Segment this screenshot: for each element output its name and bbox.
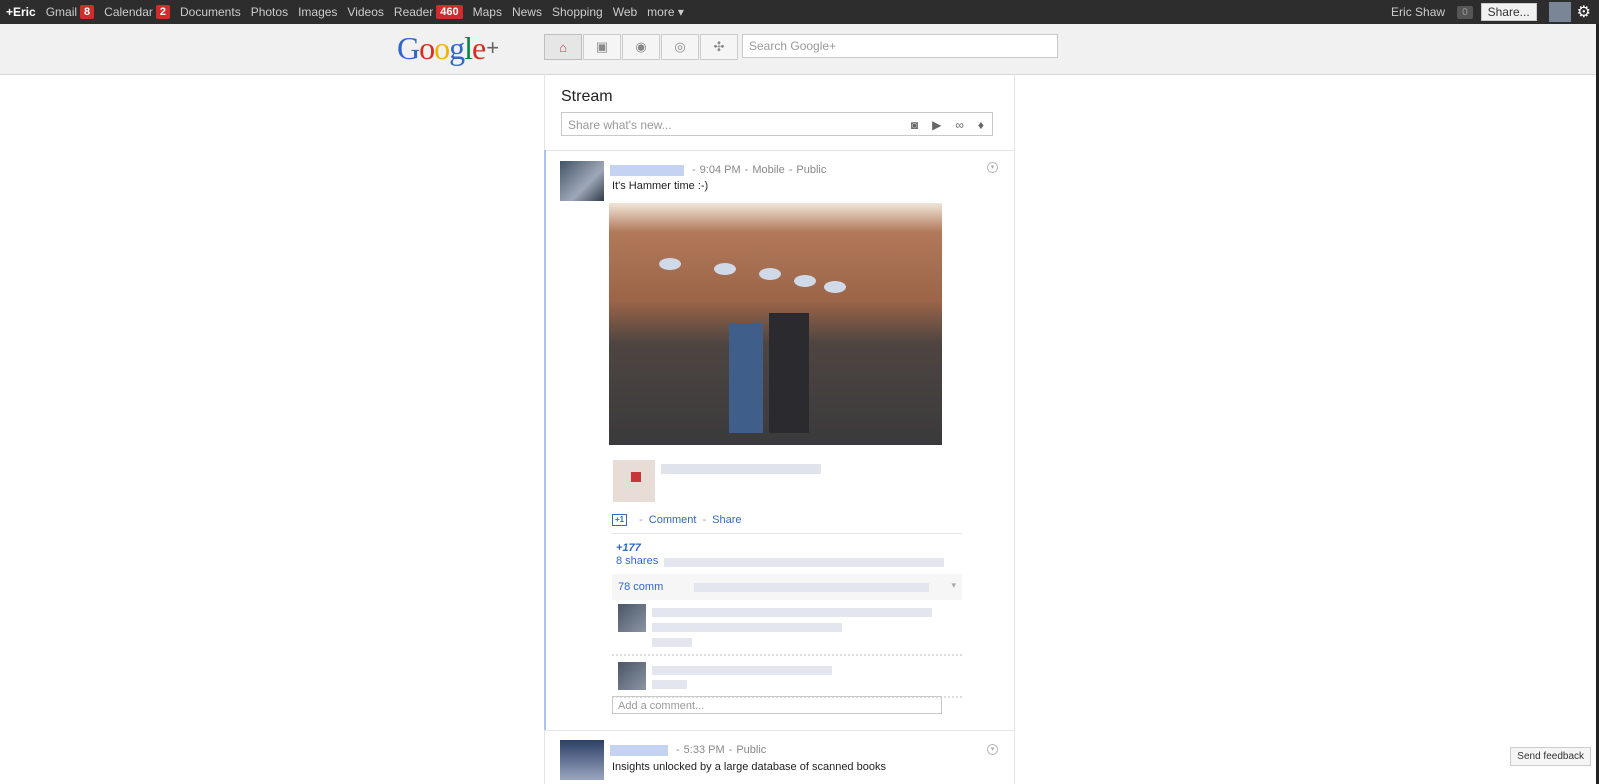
send-feedback-button[interactable]: Send feedback — [1510, 747, 1591, 766]
header: Google+ ⌂ ▣ ◉ ◎ ✣ Search Google+ — [0, 24, 1599, 75]
share-tools: ◙ ▶ ∞ ♦ — [897, 113, 984, 137]
comment-text — [652, 623, 842, 632]
stream-column: Stream Share what's new... ◙ ▶ ∞ ♦ -9:04… — [544, 74, 1015, 784]
post-photo[interactable] — [609, 203, 942, 445]
selection-indicator — [544, 150, 546, 730]
post-text: It's Hammer time :-) — [612, 180, 709, 192]
chevron-down-icon[interactable]: ▾ — [951, 580, 956, 591]
circles-icon[interactable]: ◎ — [661, 34, 699, 60]
sharers-list — [664, 558, 944, 567]
gear-icon[interactable]: ⚙ — [1577, 2, 1591, 22]
calendar-badge: 2 — [155, 5, 170, 19]
nav-reader[interactable]: Reader 460 — [394, 5, 463, 19]
nav-videos[interactable]: Videos — [347, 5, 383, 19]
post-source: Mobile — [752, 164, 785, 176]
user-name[interactable]: Eric Shaw — [1391, 5, 1445, 19]
nav-more[interactable]: more ▾ — [647, 5, 684, 19]
comments-count[interactable]: 78 comm — [618, 581, 663, 593]
share-button[interactable]: Share... — [1480, 3, 1537, 21]
author-avatar[interactable] — [560, 161, 604, 201]
post-visibility[interactable]: Public — [796, 164, 826, 176]
add-comment-input[interactable]: Add a comment... — [612, 696, 942, 714]
comments-bar[interactable]: 78 comm ▾ — [612, 574, 962, 600]
games-icon[interactable]: ✣ — [700, 34, 738, 60]
nav-plus-eric[interactable]: +Eric — [6, 5, 36, 19]
divider — [545, 150, 1014, 151]
comment-text — [652, 666, 832, 675]
shares-count[interactable]: 8 shares — [616, 555, 658, 567]
nav-gmail[interactable]: Gmail 8 — [46, 5, 95, 19]
post-text: Insights unlocked by a large database of… — [612, 761, 886, 773]
post-visibility[interactable]: Public — [736, 744, 766, 756]
commenter-avatar[interactable] — [618, 662, 646, 690]
google-plus-logo[interactable]: Google+ — [397, 30, 499, 67]
search-input[interactable]: Search Google+ — [742, 34, 1058, 58]
nav-news[interactable]: News — [512, 5, 542, 19]
home-icon[interactable]: ⌂ — [544, 34, 582, 60]
post-meta: -9:04 PM - Mobile - Public — [610, 164, 826, 176]
share-link[interactable]: Share — [712, 514, 741, 526]
gmail-badge: 8 — [80, 5, 95, 19]
post-time[interactable]: 5:33 PM — [684, 744, 725, 756]
divider — [545, 730, 1014, 731]
comment-time — [652, 680, 687, 689]
account-area: Eric Shaw 0 Share... ⚙ — [1391, 0, 1599, 24]
plus-count[interactable]: +177 — [616, 542, 641, 554]
notification-count[interactable]: 0 — [1457, 5, 1473, 19]
link-title — [661, 464, 821, 474]
nav-web[interactable]: Web — [613, 5, 637, 19]
post-time[interactable]: 9:04 PM — [700, 164, 741, 176]
top-bar: +Eric Gmail 8 Calendar 2 Documents Photos … — [0, 0, 1599, 24]
nav-images[interactable]: Images — [298, 5, 337, 19]
nav-shopping[interactable]: Shopping — [552, 5, 603, 19]
divider — [612, 654, 962, 656]
share-input[interactable]: Share what's new... ◙ ▶ ∞ ♦ — [561, 112, 993, 136]
post-meta: -5:33 PM - Public — [610, 744, 766, 756]
social-summary: +177 8 shares 78 comm ▾ — [612, 533, 962, 698]
author-avatar[interactable] — [560, 740, 604, 780]
nav-documents[interactable]: Documents — [180, 5, 241, 19]
chevron-down-icon[interactable]: ▾ — [987, 162, 998, 173]
share-placeholder: Share what's new... — [568, 118, 672, 132]
avatar[interactable] — [1548, 2, 1571, 22]
chevron-down-icon[interactable]: ▾ — [987, 744, 998, 755]
comment-time — [652, 638, 692, 647]
post-actions: +1 - Comment - Share — [612, 514, 742, 526]
app-nav: ⌂ ▣ ◉ ◎ ✣ — [544, 34, 739, 60]
reader-badge: 460 — [436, 5, 463, 19]
google-nav: +Eric Gmail 8 Calendar 2 Documents Photos … — [6, 0, 694, 24]
nav-calendar[interactable]: Calendar 2 — [104, 5, 170, 19]
plus-one-button[interactable]: +1 — [612, 514, 628, 526]
comment-text — [652, 608, 932, 617]
location-icon[interactable]: ♦ — [978, 113, 984, 137]
page-title: Stream — [561, 88, 613, 105]
link-thumbnail — [613, 460, 655, 502]
profile-icon[interactable]: ◉ — [622, 34, 660, 60]
commenter-avatar[interactable] — [618, 604, 646, 632]
nav-photos[interactable]: Photos — [251, 5, 288, 19]
author-name[interactable] — [610, 164, 684, 176]
author-name[interactable] — [610, 744, 668, 756]
nav-maps[interactable]: Maps — [473, 5, 502, 19]
photos-icon[interactable]: ▣ — [583, 34, 621, 60]
video-icon[interactable]: ▶ — [932, 113, 941, 137]
link-icon[interactable]: ∞ — [955, 113, 964, 137]
comment-link[interactable]: Comment — [649, 514, 697, 526]
camera-icon[interactable]: ◙ — [911, 113, 918, 137]
